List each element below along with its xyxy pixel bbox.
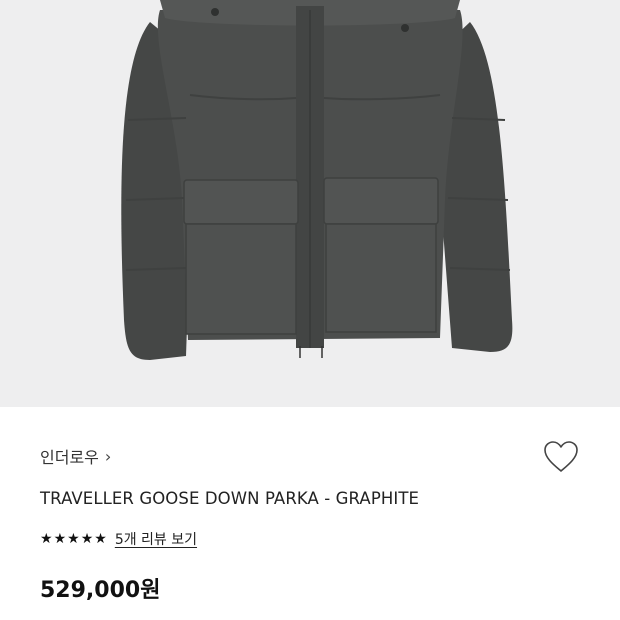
rating-row: ★ ★ ★ ★ ★ 5개 리뷰 보기 — [40, 529, 197, 549]
star-icon: ★ — [53, 531, 67, 547]
star-icon: ★ — [40, 531, 53, 547]
star-icon: ★ — [80, 531, 94, 547]
product-title: TRAVELLER GOOSE DOWN PARKA - GRAPHITE — [40, 489, 420, 508]
star-rating: ★ ★ ★ ★ ★ — [40, 531, 107, 547]
review-link[interactable]: 5개 리뷰 보기 — [115, 529, 197, 549]
heart-outline-icon[interactable] — [542, 439, 580, 475]
star-icon: ★ — [94, 531, 107, 547]
brand-link[interactable]: 인더로우 › — [40, 444, 111, 468]
parka-photo — [121, 0, 513, 360]
product-price: 529,000원 — [40, 578, 161, 603]
product-info: 인더로우 › TRAVELLER GOOSE DOWN PARKA - GRAP… — [0, 407, 620, 620]
star-icon: ★ — [67, 531, 80, 547]
product-image[interactable] — [0, 0, 620, 407]
brand-label: 인더로우 — [40, 448, 99, 467]
chevron-right-icon: › — [104, 446, 112, 466]
